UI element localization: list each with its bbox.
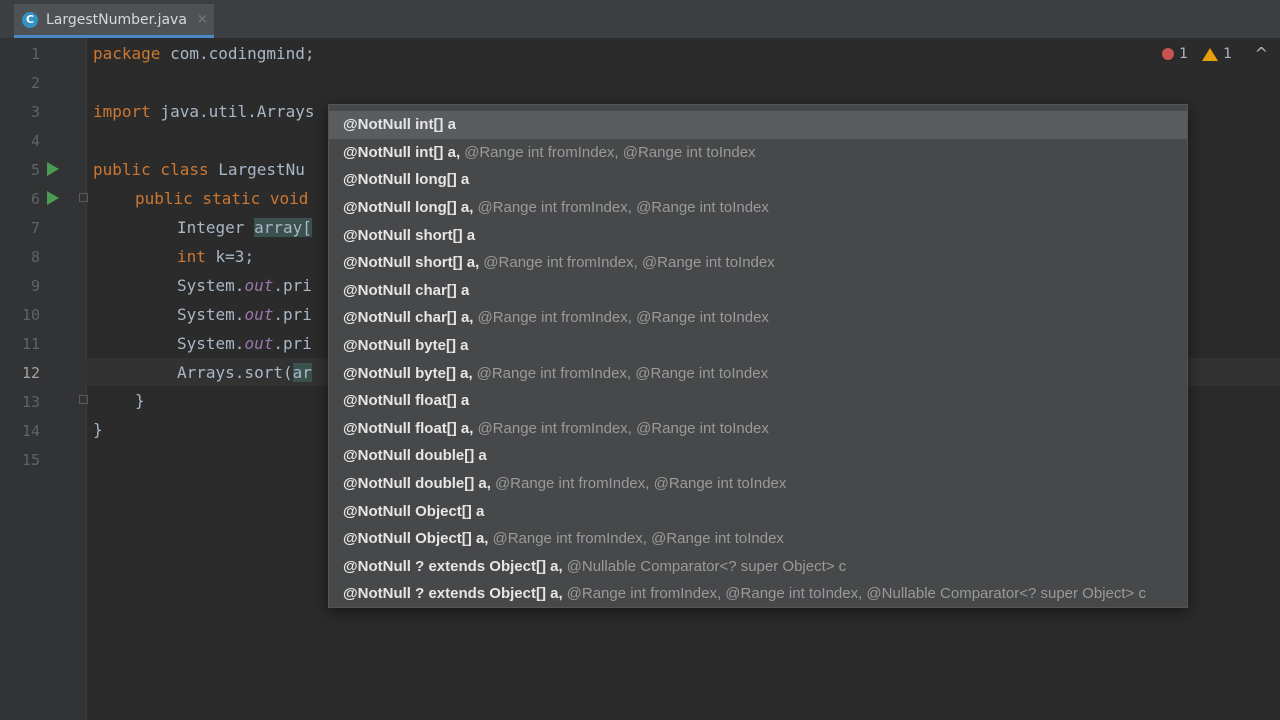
- completion-item-signature: @NotNull float[] a,: [343, 419, 474, 437]
- line-number: 7: [30, 219, 40, 237]
- completion-item-params: @Nullable Comparator<? super Object> c: [566, 557, 847, 575]
- line-number: 10: [21, 306, 40, 324]
- warning-icon: [1202, 47, 1219, 61]
- close-icon[interactable]: ×: [197, 12, 208, 27]
- line-number: 1: [30, 45, 40, 63]
- completion-item-signature: @NotNull long[] a: [343, 171, 470, 189]
- completion-item[interactable]: @NotNull int[] a, @Range int fromIndex, @…: [329, 139, 1187, 167]
- code-line-12[interactable]: Arrays.sort(ar: [177, 363, 312, 382]
- code-line-11[interactable]: System.out.pri: [177, 334, 312, 353]
- code-line-10[interactable]: System.out.pri: [177, 305, 312, 324]
- line-number: 5: [30, 161, 40, 179]
- completion-item[interactable]: @NotNull byte[] a: [329, 332, 1187, 360]
- completion-item-params: @Range int fromIndex, @Range int toIndex…: [566, 585, 1146, 603]
- completion-item[interactable]: @NotNull char[] a: [329, 277, 1187, 305]
- line-number-current: 12: [21, 364, 40, 382]
- line-number: 2: [30, 74, 40, 92]
- code-line-14[interactable]: }: [93, 420, 103, 439]
- completion-item[interactable]: @NotNull ? extends Object[] a, @Range int…: [329, 580, 1187, 608]
- completion-item[interactable]: @NotNull byte[] a, @Range int fromIndex, …: [329, 359, 1187, 387]
- completion-item[interactable]: @NotNull ? extends Object[] a, @Nullable …: [329, 553, 1187, 581]
- line-number: 14: [21, 422, 40, 440]
- code-line-6[interactable]: public static void: [135, 189, 308, 208]
- code-line-13[interactable]: }: [135, 391, 145, 410]
- line-number: 9: [30, 277, 40, 295]
- completion-item-params: @Range int fromIndex, @Range int toIndex: [464, 143, 756, 161]
- code-line-5[interactable]: public class LargestNu: [93, 160, 305, 179]
- fold-icon[interactable]: [79, 193, 88, 202]
- code-line-9[interactable]: System.out.pri: [177, 276, 312, 295]
- completion-item-params: @Range int fromIndex, @Range int toIndex: [494, 475, 787, 493]
- run-class-icon[interactable]: [47, 162, 59, 176]
- inspection-widget[interactable]: 1 1: [1162, 46, 1232, 62]
- completion-item-params: @Range int fromIndex, @Range int toIndex: [477, 199, 769, 217]
- completion-item-signature: @NotNull Object[] a: [343, 502, 485, 520]
- completion-item[interactable]: @NotNull float[] a, @Range int fromIndex,…: [329, 415, 1187, 443]
- error-count: 1: [1179, 46, 1189, 62]
- chevron-up-icon[interactable]: ^: [1255, 44, 1268, 63]
- run-main-icon[interactable]: [47, 191, 59, 205]
- code-line-3[interactable]: import java.util.Arrays: [93, 102, 315, 121]
- completion-item[interactable]: @NotNull long[] a, @Range int fromIndex, …: [329, 194, 1187, 222]
- code-line-7[interactable]: Integer array[: [177, 218, 312, 237]
- java-class-icon: C: [22, 11, 38, 28]
- completion-item[interactable]: @NotNull short[] a, @Range int fromIndex,…: [329, 249, 1187, 277]
- tab-filename: LargestNumber.java: [46, 11, 187, 28]
- completion-item-params: @Range int fromIndex, @Range int toIndex: [477, 309, 769, 327]
- line-number: 15: [21, 451, 40, 469]
- completion-item[interactable]: @NotNull double[] a, @Range int fromIndex…: [329, 470, 1187, 498]
- completion-item-signature: @NotNull long[] a,: [343, 199, 474, 217]
- completion-item[interactable]: @NotNull long[] a: [329, 166, 1187, 194]
- completion-item-signature: @NotNull float[] a: [343, 392, 470, 410]
- fold-icon[interactable]: [79, 395, 88, 404]
- completion-item-params: @Range int fromIndex, @Range int toIndex: [477, 419, 769, 437]
- completion-item-signature: @NotNull ? extends Object[] a,: [343, 557, 563, 575]
- completion-item-params: @Range int fromIndex, @Range int toIndex: [483, 254, 775, 272]
- completion-item[interactable]: @NotNull Object[] a, @Range int fromIndex…: [329, 525, 1187, 553]
- line-number: 6: [30, 190, 40, 208]
- completion-item-signature: @NotNull short[] a,: [343, 254, 480, 272]
- completion-item-signature: @NotNull byte[] a: [343, 337, 469, 355]
- line-number: 3: [30, 103, 40, 121]
- completion-item-signature: @NotNull double[] a,: [343, 475, 491, 493]
- line-number: 11: [21, 335, 40, 353]
- completion-item-signature: @NotNull byte[] a,: [343, 364, 473, 382]
- completion-item-signature: @NotNull char[] a,: [343, 309, 474, 327]
- completion-item[interactable]: @NotNull short[] a: [329, 221, 1187, 249]
- completion-item[interactable]: @NotNull double[] a: [329, 442, 1187, 470]
- completion-item[interactable]: @NotNull float[] a: [329, 387, 1187, 415]
- completion-item-signature: @NotNull int[] a,: [343, 143, 461, 161]
- completion-item-params: @Range int fromIndex, @Range int toIndex: [492, 530, 784, 548]
- completion-popup: @NotNull int[] a @NotNull int[] a, @Range …: [328, 104, 1188, 608]
- completion-item-signature: @NotNull ? extends Object[] a,: [343, 585, 563, 603]
- error-icon: [1162, 48, 1175, 60]
- editor-tab-bar: C LargestNumber.java ×: [0, 0, 1280, 38]
- completion-item-signature: @NotNull char[] a: [343, 281, 470, 299]
- completion-item-params: @Range int fromIndex, @Range int toIndex: [476, 364, 769, 382]
- completion-item-signature: @NotNull Object[] a,: [343, 530, 489, 548]
- completion-item-signature: @NotNull double[] a: [343, 447, 487, 465]
- line-number: 8: [30, 248, 40, 266]
- completion-item-signature: @NotNull int[] a: [343, 116, 456, 134]
- code-line-8[interactable]: int k=3;: [177, 247, 254, 266]
- code-line-1[interactable]: package com.codingmind;: [93, 44, 315, 63]
- editor-gutter: 1 2 3 4 5 6 7 8 9 10 11 12 13 14 15: [0, 38, 88, 720]
- completion-item[interactable]: @NotNull char[] a, @Range int fromIndex, …: [329, 304, 1187, 332]
- completion-item-selected[interactable]: @NotNull int[] a: [329, 111, 1187, 139]
- warning-count: 1: [1223, 46, 1232, 62]
- completion-item-signature: @NotNull short[] a: [343, 226, 476, 244]
- tab-largest-number[interactable]: C LargestNumber.java ×: [14, 4, 214, 38]
- line-number: 4: [30, 132, 40, 150]
- line-number: 13: [21, 393, 40, 411]
- completion-item[interactable]: @NotNull Object[] a: [329, 497, 1187, 525]
